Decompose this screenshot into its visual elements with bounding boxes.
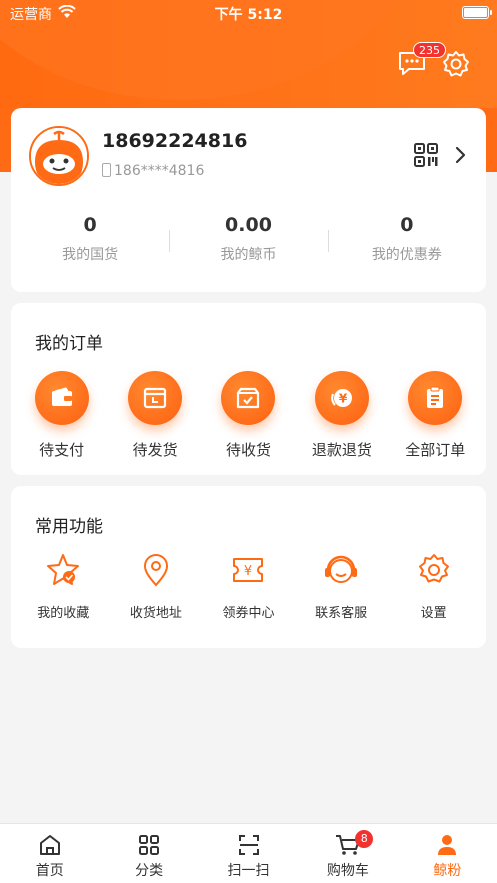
package-check-icon (221, 371, 276, 425)
function-coupon-center[interactable]: ¥ 领券中心 (208, 552, 288, 621)
tab-category[interactable]: 分类 (99, 824, 198, 883)
stat-value: 0 (400, 214, 414, 236)
function-settings[interactable]: 设置 (394, 552, 474, 621)
function-label: 联系客服 (315, 606, 368, 621)
stat-label: 我的国货 (62, 247, 119, 263)
order-pending-shipment[interactable]: 待发货 (115, 371, 195, 460)
order-all[interactable]: 全部订单 (395, 371, 475, 460)
tab-scan[interactable]: 扫一扫 (199, 824, 298, 883)
stat-value: 0 (83, 214, 97, 236)
username: 18692224816 (102, 130, 248, 152)
battery-icon (462, 6, 492, 19)
order-pending-payment[interactable]: 待支付 (22, 371, 102, 460)
svg-text:¥: ¥ (339, 392, 348, 406)
qr-code-button[interactable] (413, 142, 439, 168)
tab-label: 扫一扫 (227, 863, 270, 879)
tab-bar: 首页 分类 扫一扫 8 购物车 鲸粉 (0, 823, 497, 883)
grid-icon (139, 835, 160, 855)
function-favorites[interactable]: 我的收藏 (23, 552, 103, 621)
avatar[interactable] (29, 126, 89, 186)
function-address[interactable]: 收货地址 (116, 552, 196, 621)
svg-text:¥: ¥ (244, 564, 252, 579)
profile-card: 18692224816 186****4816 0 我的国货 0.00 我的鲸币… (11, 108, 486, 292)
tab-label: 购物车 (326, 863, 369, 879)
user-icon (438, 835, 457, 855)
phone-number: 186****4816 (102, 163, 204, 179)
stat-value: 0.00 (225, 214, 272, 236)
function-label: 收货地址 (129, 606, 182, 621)
functions-row: 我的收藏 收货地址 ¥ 领券中心 联系客服 设置 (11, 552, 486, 621)
function-label: 我的收藏 (37, 606, 90, 621)
status-bar: 运营商 下午 5:12 (0, 0, 497, 26)
order-refund[interactable]: ¥ 退款退货 (302, 371, 382, 460)
order-label: 待收货 (225, 441, 271, 459)
profile-stats: 0 我的国货 0.00 我的鲸币 0 我的优惠券 (11, 214, 486, 274)
qr-code-icon (414, 143, 438, 167)
location-pin-icon (143, 554, 168, 587)
wallet-icon (34, 371, 89, 425)
order-status-row: 待支付 待发货 待收货 ¥ 退款退货 全部订单 (11, 371, 486, 460)
gear-icon (418, 554, 449, 583)
tab-profile[interactable]: 鲸粉 (398, 824, 497, 883)
order-label: 全部订单 (405, 441, 466, 459)
settings-button[interactable] (441, 49, 471, 79)
stat-label: 我的鲸币 (220, 247, 277, 263)
stat-label: 我的优惠券 (371, 247, 442, 263)
clipboard-icon (408, 371, 463, 425)
orders-title: 我的订单 (35, 334, 103, 354)
phone-masked: 186****4816 (114, 163, 205, 179)
functions-title: 常用功能 (35, 517, 103, 537)
stat-coupons[interactable]: 0 我的优惠券 (327, 214, 486, 274)
tab-label: 首页 (35, 863, 64, 879)
tab-home[interactable]: 首页 (0, 824, 99, 883)
order-pending-receipt[interactable]: 待收货 (208, 371, 288, 460)
functions-card: 常用功能 我的收藏 收货地址 ¥ 领券中心 联系客服 设置 (11, 486, 486, 648)
profile-arrow-button[interactable] (451, 144, 471, 166)
order-label: 退款退货 (311, 441, 372, 459)
message-button[interactable]: 235 (397, 42, 446, 78)
function-label: 领券中心 (222, 606, 275, 621)
tab-label: 鲸粉 (433, 863, 462, 879)
orders-card: 我的订单 待支付 待发货 待收货 ¥ 退款退货 全部订单 (11, 303, 486, 475)
shipment-icon (128, 371, 183, 425)
star-icon (47, 554, 80, 585)
stat-goods[interactable]: 0 我的国货 (11, 214, 169, 274)
scan-icon (238, 835, 259, 855)
gear-icon (443, 51, 469, 77)
order-label: 待支付 (39, 441, 85, 459)
function-customer-service[interactable]: 联系客服 (301, 552, 381, 621)
function-label: 设置 (420, 606, 447, 621)
refund-icon: ¥ (314, 371, 369, 425)
order-label: 待发货 (132, 441, 178, 459)
home-icon (39, 835, 60, 855)
phone-icon (102, 163, 111, 177)
chevron-right-icon (455, 146, 466, 164)
clock: 下午 5:12 (214, 7, 283, 23)
cart-count-badge: 8 (355, 830, 374, 848)
stat-coins[interactable]: 0.00 我的鲸币 (169, 214, 327, 274)
tab-cart[interactable]: 8 购物车 (298, 824, 397, 883)
headset-icon (325, 555, 358, 583)
coupon-icon: ¥ (233, 558, 264, 582)
tab-label: 分类 (135, 863, 164, 879)
